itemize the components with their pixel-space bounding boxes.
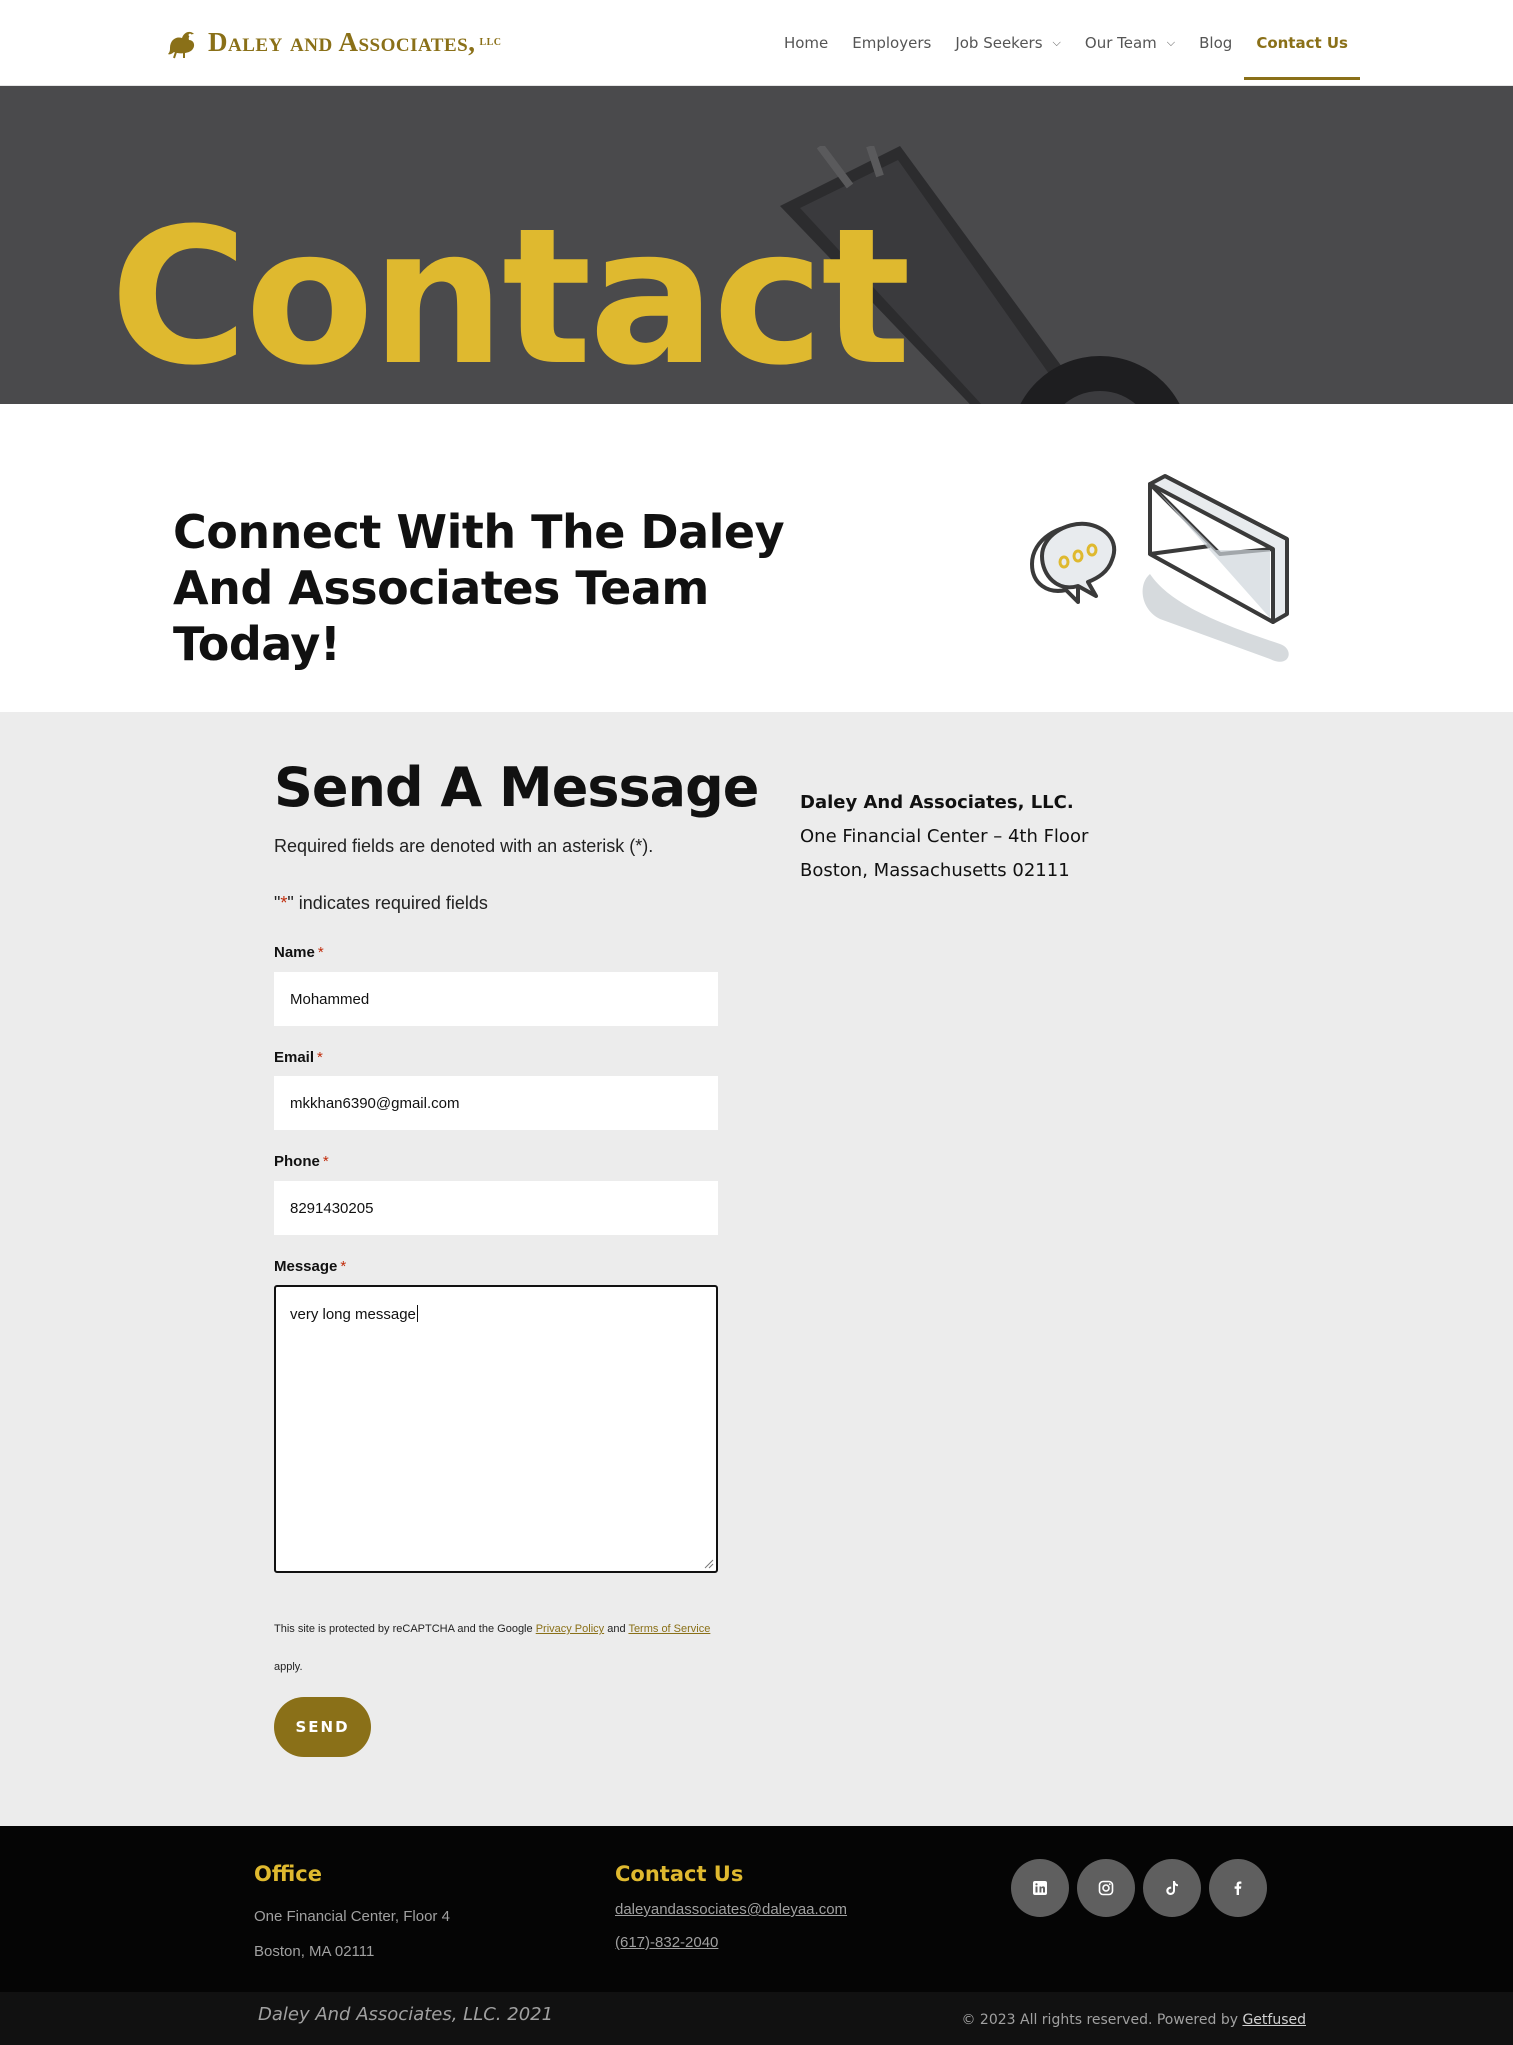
required-fields-note: Required fields are denoted with an aste… (274, 836, 654, 856)
tiktok-icon (1166, 1881, 1178, 1895)
instagram-icon (1098, 1880, 1114, 1896)
contact-form-section: Send A Message Required fields are denot… (0, 712, 1513, 1826)
required-asterisk: * (317, 1049, 323, 1066)
site-logo[interactable]: Daley and Associates, llc (164, 22, 502, 62)
nav-home[interactable]: Home (784, 0, 828, 86)
nav-label: Job Seekers (955, 34, 1043, 52)
nav-label: Employers (852, 34, 932, 52)
required-asterisk: * (340, 1258, 347, 1275)
connect-heading: Connect With The Daley And Associates Te… (173, 505, 785, 671)
footer-phone-link[interactable]: (617)-832-2040 (615, 1934, 718, 1951)
footer-office-line1: One Financial Center, Floor 4 (254, 1908, 450, 1925)
label-text: Phone (274, 1153, 320, 1170)
hero-title: Contact (110, 188, 911, 404)
chevron-down-icon: ⌵ (1166, 36, 1176, 49)
nav-label: Our Team (1084, 34, 1157, 52)
recaptcha-suffix: apply. (274, 1661, 303, 1673)
nav-employers[interactable]: Employers (852, 0, 931, 86)
address-line2: Boston, Massachusetts 02111 (800, 860, 1070, 881)
nav-our-team[interactable]: Our Team ⌵ (1085, 0, 1175, 86)
address-line1: One Financial Center – 4th Floor (800, 826, 1089, 847)
label-text: Message (274, 1258, 338, 1275)
send-button[interactable]: SEND (274, 1697, 371, 1757)
facebook-button[interactable] (1209, 1859, 1267, 1917)
getfused-link[interactable]: Getfused (1242, 2012, 1306, 2028)
griffin-logo-icon (168, 31, 195, 59)
name-value: Mohammed (290, 990, 370, 1008)
privacy-policy-link[interactable]: Privacy Policy (536, 1623, 604, 1635)
label-text: Email (274, 1049, 315, 1066)
linkedin-button[interactable] (1011, 1859, 1069, 1917)
form-title: Send A Message (274, 756, 759, 819)
name-label: Name * (274, 944, 324, 961)
footer-contact-heading: Contact Us (615, 1862, 744, 1886)
phone-value: 8291430205 (290, 1199, 374, 1217)
nav-contact-us[interactable]: Contact Us (1244, 0, 1360, 86)
address-block: Daley And Associates, LLC. One Financial… (800, 786, 1088, 888)
copyright-right: © 2023 All rights reserved. Powered by G… (961, 2012, 1306, 2028)
resize-handle-icon[interactable] (704, 1559, 714, 1569)
copyright-left: Daley And Associates, LLC. 2021 (258, 2004, 554, 2025)
site-footer: Office One Financial Center, Floor 4 Bos… (0, 1826, 1513, 1992)
connect-section: Connect With The Daley And Associates Te… (0, 404, 1513, 712)
linkedin-icon (1033, 1881, 1047, 1895)
copyright-bar: Daley And Associates, LLC. 2021 © 2023 A… (0, 1992, 1513, 2045)
envelope-chat-illustration (1030, 474, 1289, 662)
site-header: Daley and Associates, llc Home Employers… (0, 0, 1513, 86)
instagram-button[interactable] (1077, 1859, 1135, 1917)
required-asterisk: * (322, 1153, 329, 1170)
message-textarea[interactable]: very long message (274, 1285, 718, 1573)
terms-of-service-link[interactable]: Terms of Service (628, 1623, 710, 1635)
email-field[interactable]: mkkhan6390@gmail.com (274, 1076, 718, 1130)
company-name: Daley And Associates, LLC. (800, 792, 1074, 813)
recaptcha-and: and (604, 1623, 629, 1635)
logo-suffix: llc (479, 34, 502, 49)
name-field[interactable]: Mohammed (274, 972, 718, 1026)
email-label: Email * (274, 1049, 323, 1066)
hero-banner: Contact (0, 86, 1513, 404)
label-text: Name (274, 944, 315, 961)
message-value: very long message (290, 1306, 416, 1323)
recaptcha-prefix: This site is protected by reCAPTCHA and … (274, 1623, 536, 1635)
text-caret (416, 1305, 418, 1322)
footer-office-line2: Boston, MA 02111 (254, 1943, 375, 1960)
footer-email-link[interactable]: daleyandassociates@daleyaa.com (615, 1901, 847, 1918)
footer-office-heading: Office (254, 1862, 322, 1886)
indicator-text: " indicates required fields (287, 893, 488, 913)
facebook-icon (1234, 1881, 1242, 1895)
nav-label: Home (783, 34, 829, 52)
chevron-down-icon: ⌵ (1052, 36, 1061, 49)
logo-text: Daley and Associates, (208, 26, 476, 57)
copyright-text: © 2023 All rights reserved. Powered by (961, 2012, 1243, 2028)
recaptcha-notice: This site is protected by reCAPTCHA and … (274, 1610, 734, 1686)
message-label: Message * (274, 1258, 346, 1275)
nav-label: Blog (1199, 34, 1233, 52)
nav-label: Contact Us (1256, 34, 1348, 52)
main-nav: Home Employers Job Seekers ⌵ Our Team ⌵ Bl… (760, 0, 1360, 86)
phone-field[interactable]: 8291430205 (274, 1181, 718, 1235)
required-indicator-note: "*" indicates required fields (274, 893, 488, 914)
required-asterisk: * (317, 944, 324, 961)
tiktok-button[interactable] (1143, 1859, 1201, 1917)
email-value: mkkhan6390@gmail.com (290, 1094, 460, 1112)
nav-blog[interactable]: Blog (1199, 0, 1232, 86)
phone-label: Phone * (274, 1153, 329, 1170)
nav-job-seekers[interactable]: Job Seekers ⌵ (955, 0, 1061, 86)
